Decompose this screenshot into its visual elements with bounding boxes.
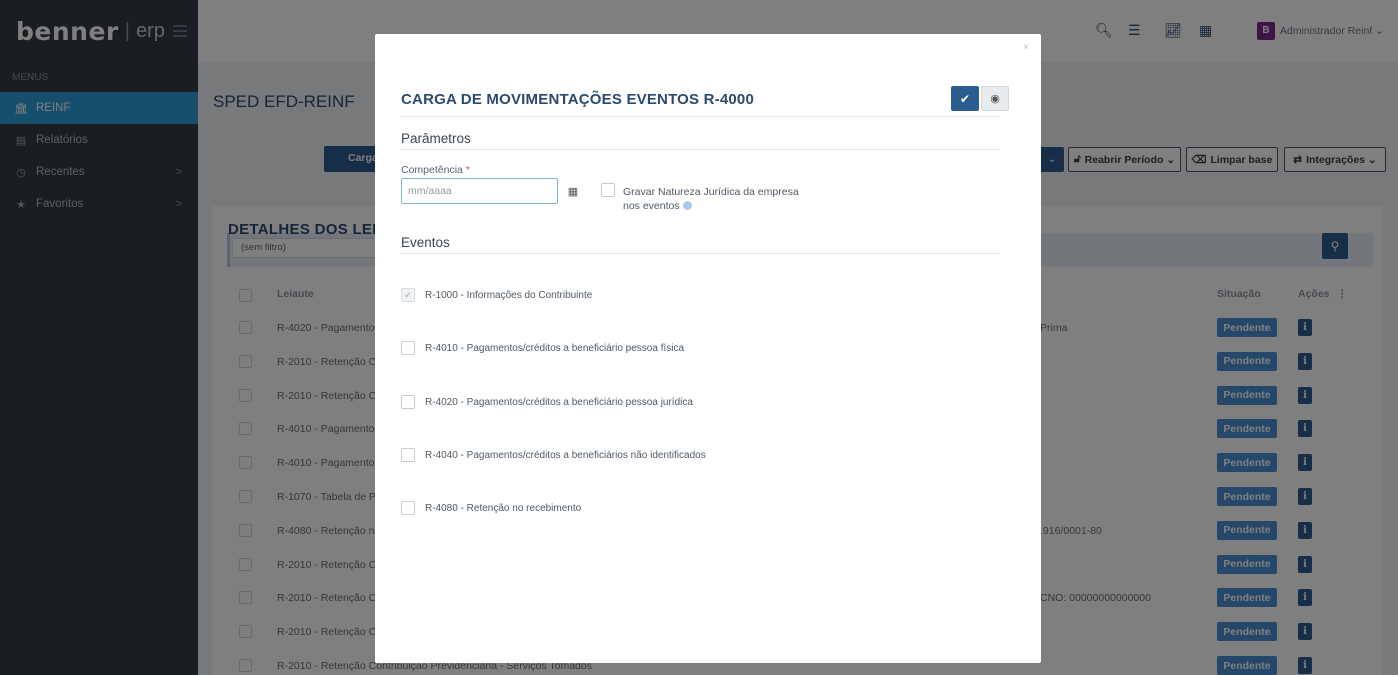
- modal-title: CARGA DE MOVIMENTAÇÕES EVENTOS R-4000: [401, 91, 755, 108]
- confirm-button[interactable]: ✔: [951, 86, 979, 111]
- evento-label: R-4080 - Retenção no recebimento: [425, 503, 582, 515]
- divider: [400, 149, 1000, 150]
- evento-checkbox[interactable]: [401, 501, 415, 516]
- check-icon: ✔: [959, 91, 971, 106]
- natureza-juridica-label: Gravar Natureza Jurídica da empresa nos …: [623, 186, 799, 212]
- carga-modal: × CARGA DE MOVIMENTAÇÕES EVENTOS R-4000 …: [375, 34, 1041, 663]
- evento-checkbox: ✔: [401, 288, 415, 302]
- close-icon[interactable]: ×: [1023, 42, 1029, 53]
- evento-label: R-4020 - Pagamentos/créditos a beneficiá…: [425, 396, 693, 408]
- evento-checkbox[interactable]: [401, 447, 415, 462]
- evento-label: R-1000 - Informações do Contribuinte: [425, 290, 593, 301]
- evento-label: R-4040 - Pagamentos/créditos a beneficiá…: [425, 449, 706, 461]
- options-button[interactable]: ◉: [981, 86, 1009, 111]
- divider: [400, 253, 1000, 254]
- divider: [400, 116, 1000, 117]
- radio-target-icon: ◉: [990, 93, 1000, 105]
- competencia-input[interactable]: [401, 178, 558, 204]
- help-icon[interactable]: [682, 201, 692, 211]
- calendar-icon[interactable]: ▦: [560, 178, 586, 204]
- natureza-juridica-checkbox[interactable]: [601, 183, 615, 197]
- evento-label: R-4010 - Pagamentos/créditos a beneficiá…: [425, 343, 685, 355]
- competencia-label: Competência *: [401, 164, 470, 176]
- section-parametros: Parâmetros: [401, 131, 471, 146]
- section-eventos: Eventos: [401, 235, 450, 250]
- evento-checkbox[interactable]: [401, 341, 415, 356]
- evento-checkbox[interactable]: [401, 394, 415, 409]
